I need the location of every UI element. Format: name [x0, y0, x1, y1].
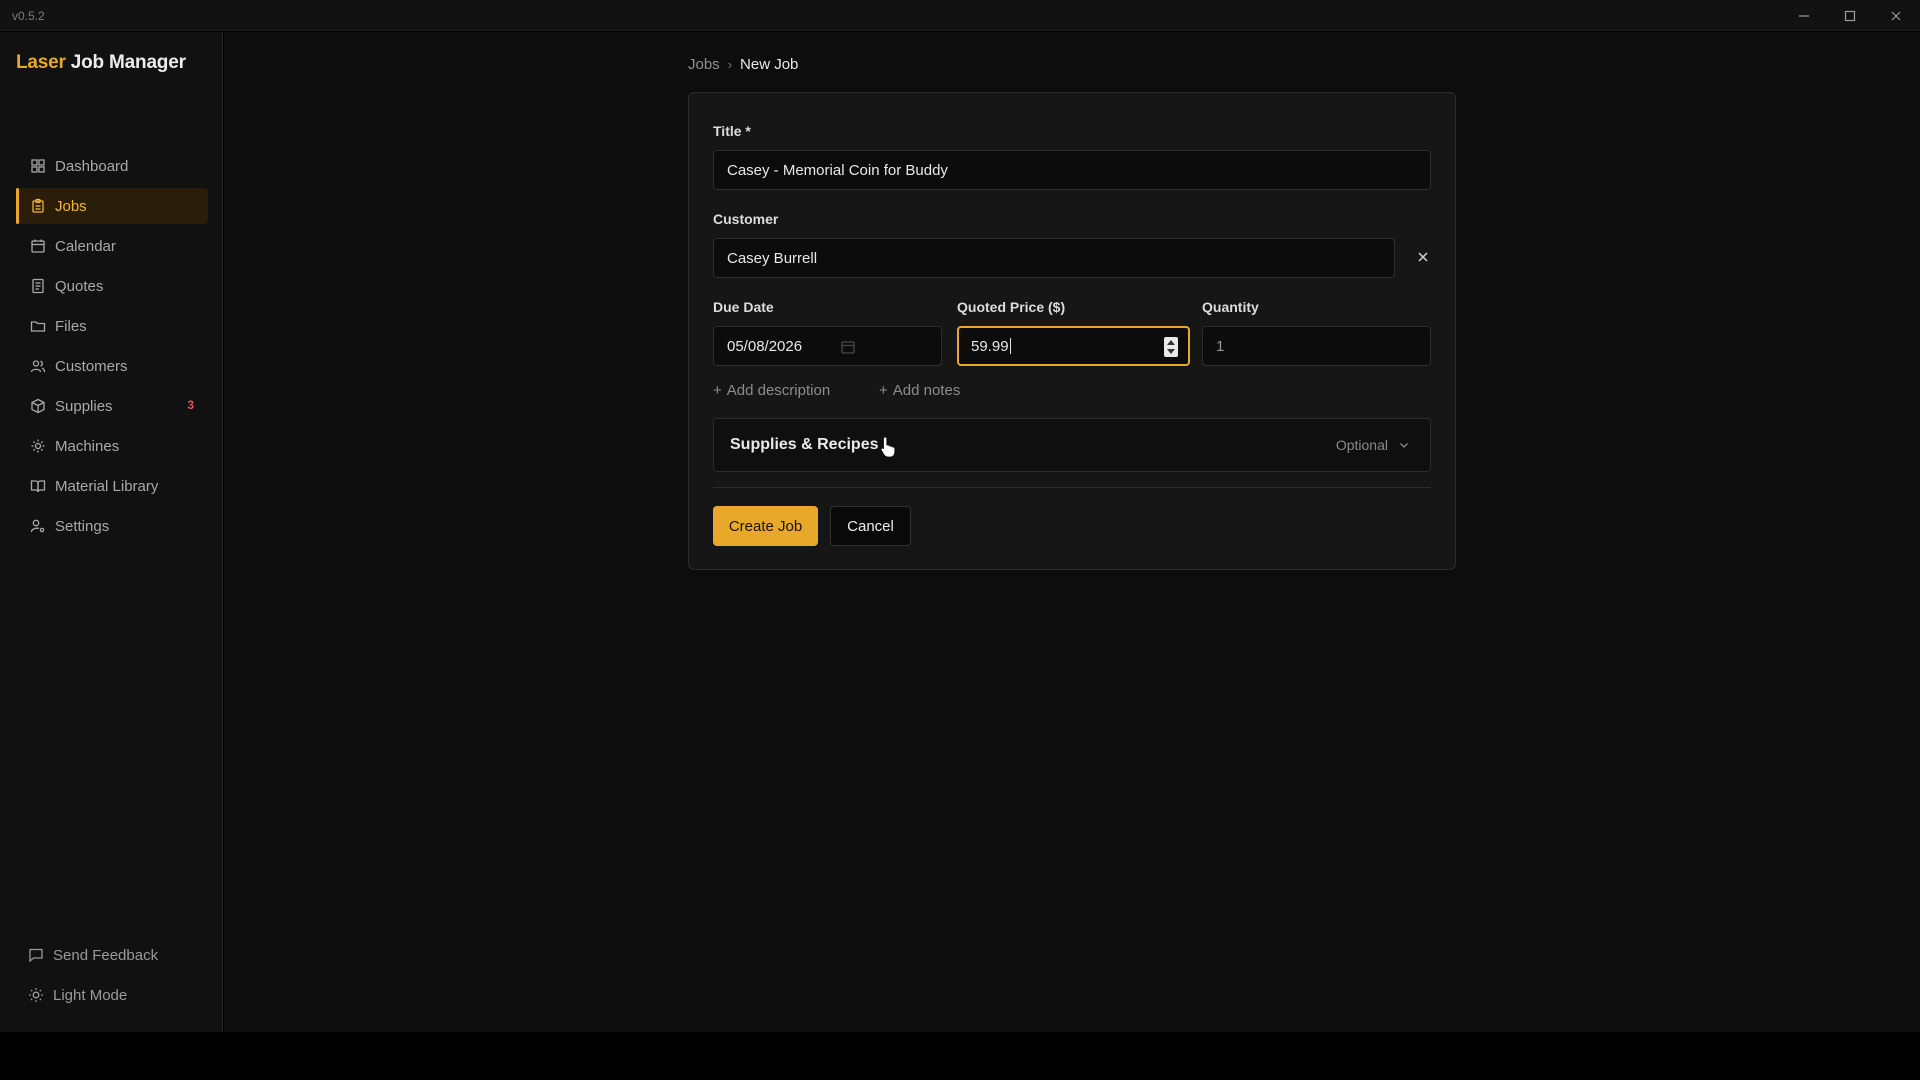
- sidebar-item-settings[interactable]: Settings: [16, 508, 208, 544]
- calendar-icon: [30, 238, 46, 254]
- sidebar-item-supplies[interactable]: Supplies 3: [16, 388, 208, 424]
- sidebar-item-material-library[interactable]: Material Library: [16, 468, 208, 504]
- sidebar-item-label: Light Mode: [53, 986, 128, 1004]
- quantity-label: Quantity: [1202, 299, 1259, 315]
- title-input[interactable]: Casey - Memorial Coin for Buddy: [713, 150, 1431, 190]
- breadcrumb-current: New Job: [740, 56, 799, 73]
- clear-customer-button[interactable]: [1411, 245, 1435, 269]
- chevron-down-icon: [1400, 443, 1408, 448]
- close-icon: [1418, 252, 1428, 262]
- due-date-input[interactable]: 05/08/2026: [713, 326, 942, 366]
- sidebar-item-jobs[interactable]: Jobs: [16, 188, 208, 224]
- text-caret: [1009, 338, 1011, 354]
- maximize-button[interactable]: [1834, 4, 1866, 28]
- book-icon: [30, 478, 46, 494]
- sidebar-item-label: Dashboard: [55, 157, 129, 175]
- breadcrumb: Jobs › New Job: [688, 56, 798, 73]
- sun-icon: [28, 987, 44, 1003]
- add-notes-button[interactable]: + Add notes: [879, 382, 960, 399]
- minimize-icon: [1799, 15, 1809, 17]
- quantity-input[interactable]: 1: [1202, 326, 1431, 366]
- form-divider: [713, 487, 1431, 488]
- sidebar-item-label: Customers: [55, 357, 128, 375]
- supplies-alert-badge: 3: [187, 398, 194, 412]
- sidebar-item-label: Supplies: [55, 397, 113, 415]
- close-icon: [1891, 11, 1901, 21]
- sidebar-item-label: Quotes: [55, 277, 104, 295]
- sidebar-item-label: Machines: [55, 437, 120, 455]
- sidebar: Laser Job Manager Dashboard Jobs Calenda…: [0, 32, 223, 1032]
- sidebar-item-calendar[interactable]: Calendar: [16, 228, 208, 264]
- close-window-button[interactable]: [1880, 4, 1912, 28]
- sidebar-item-label: Material Library: [55, 477, 159, 495]
- clipboard-icon: [30, 198, 46, 214]
- sidebar-footer: Send Feedback Light Mode: [16, 937, 208, 1017]
- due-date-value: 05/08/2026: [727, 337, 803, 355]
- sidebar-item-label: Files: [55, 317, 87, 335]
- chevron-right-icon: ›: [727, 57, 733, 72]
- main-content: Jobs › New Job Title * Casey - Memorial …: [224, 32, 1920, 1032]
- light-mode-toggle[interactable]: Light Mode: [16, 977, 208, 1013]
- plus-icon: +: [713, 382, 722, 399]
- bottom-strip: [0, 1032, 1920, 1080]
- gear-icon: [30, 438, 46, 454]
- add-description-button[interactable]: + Add description: [713, 382, 830, 399]
- document-icon: [30, 278, 46, 294]
- quoted-price-label: Quoted Price ($): [957, 299, 1066, 315]
- mouse-cursor-icon: [880, 436, 896, 458]
- app-version: v0.5.2: [12, 9, 45, 23]
- dashboard-icon: [30, 158, 46, 174]
- title-input-value: Casey - Memorial Coin for Buddy: [727, 161, 948, 179]
- cancel-button[interactable]: Cancel: [830, 506, 911, 546]
- supplies-recipes-title: Supplies & Recipes: [730, 436, 879, 453]
- app-logo: Laser Job Manager: [16, 52, 186, 73]
- user-settings-icon: [30, 518, 46, 534]
- new-job-form: Title * Casey - Memorial Coin for Buddy …: [688, 92, 1456, 570]
- customer-select-value: Casey Burrell: [727, 249, 818, 267]
- supplies-recipes-section[interactable]: Supplies & Recipes Optional: [713, 418, 1431, 472]
- sidebar-item-label: Settings: [55, 517, 110, 535]
- plus-icon: +: [879, 382, 888, 399]
- sidebar-item-machines[interactable]: Machines: [16, 428, 208, 464]
- sidebar-item-quotes[interactable]: Quotes: [16, 268, 208, 304]
- due-date-label: Due Date: [713, 299, 774, 315]
- title-label: Title *: [713, 123, 751, 139]
- customer-label: Customer: [713, 211, 779, 227]
- sidebar-item-customers[interactable]: Customers: [16, 348, 208, 384]
- folder-icon: [30, 318, 46, 334]
- sidebar-item-label: Send Feedback: [53, 946, 159, 964]
- maximize-icon: [1844, 10, 1856, 22]
- sidebar-item-label: Calendar: [55, 237, 116, 255]
- quoted-price-value: 59.99: [971, 337, 1009, 355]
- customer-select[interactable]: Casey Burrell: [713, 238, 1395, 278]
- number-stepper[interactable]: [1164, 337, 1178, 357]
- sidebar-item-files[interactable]: Files: [16, 308, 208, 344]
- create-job-button[interactable]: Create Job: [713, 506, 818, 546]
- quantity-value: 1: [1216, 337, 1225, 355]
- supplies-optional-toggle[interactable]: Optional: [1336, 437, 1410, 453]
- send-feedback-button[interactable]: Send Feedback: [16, 937, 208, 973]
- quoted-price-input[interactable]: 59.99: [957, 326, 1190, 366]
- calendar-icon[interactable]: [840, 339, 856, 355]
- title-bar: v0.5.2: [0, 0, 1920, 31]
- sidebar-item-label: Jobs: [55, 197, 87, 215]
- breadcrumb-jobs-link[interactable]: Jobs: [688, 56, 720, 73]
- package-icon: [30, 398, 46, 414]
- sidebar-nav: Dashboard Jobs Calendar Quotes Files Cus…: [16, 148, 208, 548]
- minimize-button[interactable]: [1788, 4, 1820, 28]
- message-icon: [28, 947, 44, 963]
- users-icon: [30, 358, 46, 374]
- sidebar-item-dashboard[interactable]: Dashboard: [16, 148, 208, 184]
